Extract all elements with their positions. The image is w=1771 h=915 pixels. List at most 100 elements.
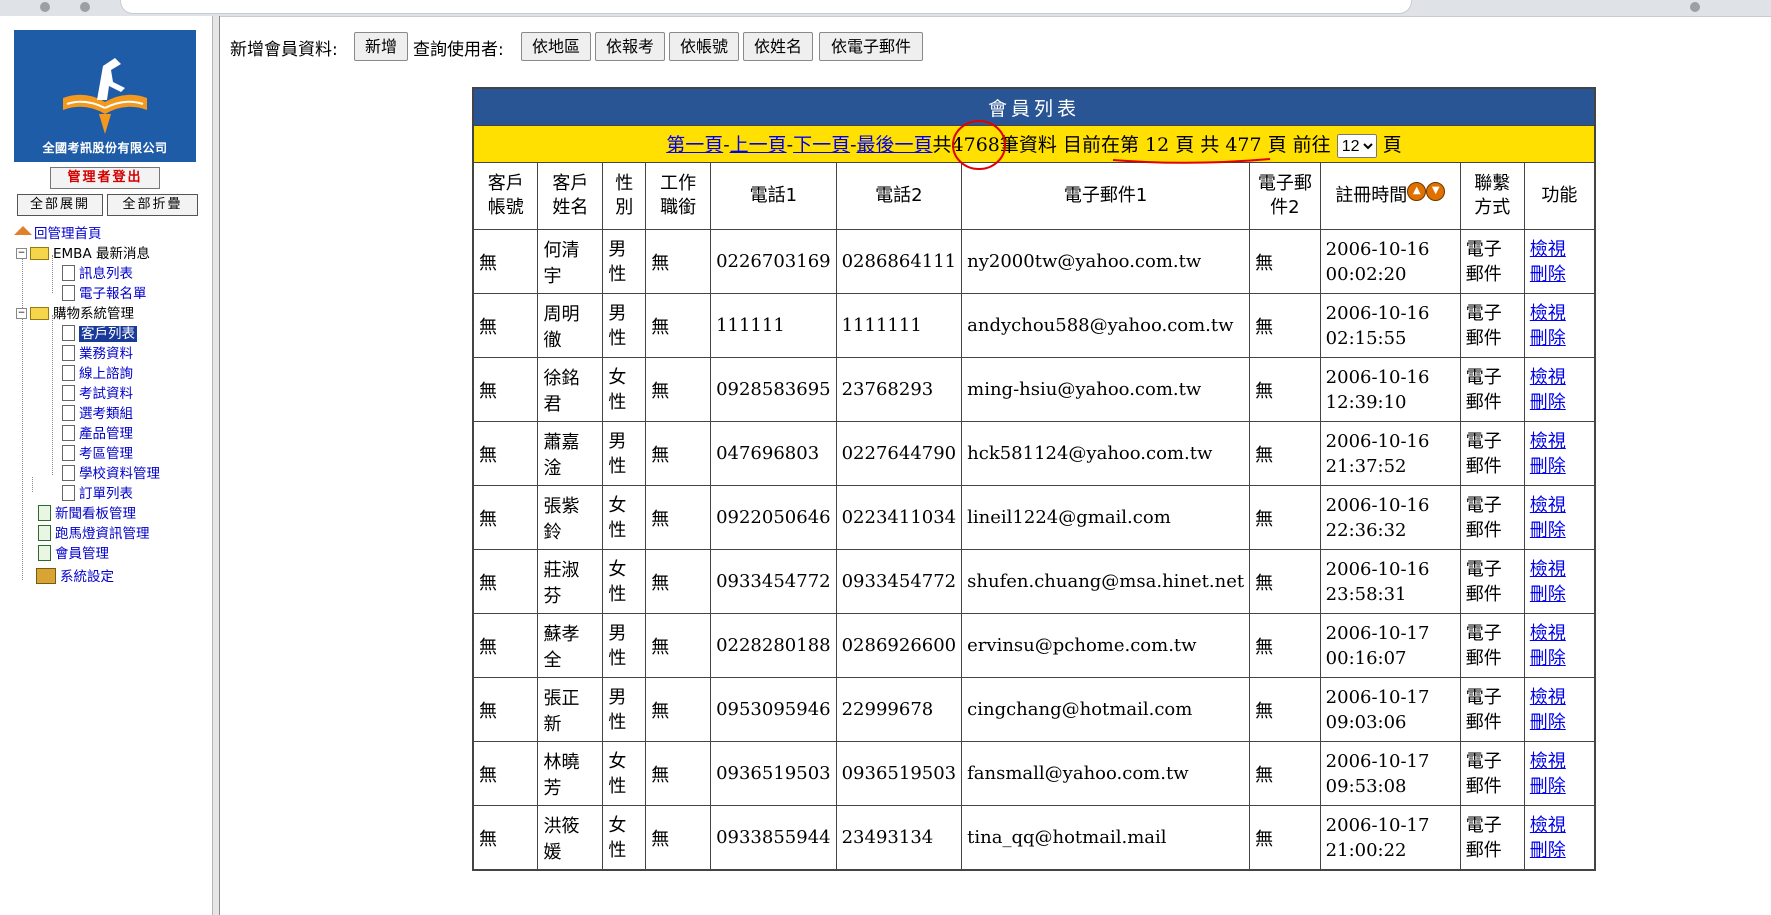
extensions-icon[interactable] <box>1690 2 1700 12</box>
collapse-toggle-icon[interactable]: − <box>16 247 27 259</box>
view-link[interactable]: 檢視 <box>1530 621 1589 646</box>
collapse-all-button[interactable]: 全部折疊 <box>107 194 198 216</box>
tree-label[interactable]: 業務資料 <box>79 346 133 362</box>
tree-item-shopping-system[interactable]: − 購物系統管理 <box>16 305 134 323</box>
view-link[interactable]: 檢視 <box>1530 365 1589 390</box>
goto-page-select[interactable]: 12 <box>1336 134 1377 158</box>
first-page-link[interactable]: 第一頁 <box>666 134 723 156</box>
settings-icon <box>36 568 56 584</box>
last-page-link[interactable]: 最後一頁 <box>857 134 933 156</box>
tree-label[interactable]: 跑馬燈資訊管理 <box>55 526 150 542</box>
delete-link[interactable]: 刪除 <box>1530 390 1589 415</box>
view-link[interactable]: 檢視 <box>1530 685 1589 710</box>
name-cell: 何清宇 <box>537 229 604 294</box>
email2-cell: 無 <box>1249 741 1321 806</box>
tree-label[interactable]: 購物系統管理 <box>53 306 134 322</box>
prev-page-link[interactable]: 上一頁 <box>730 134 787 156</box>
tree-item-emba-news[interactable]: − EMBA 最新消息 <box>16 245 150 263</box>
reload-icon[interactable] <box>40 2 50 12</box>
tree-label[interactable]: EMBA 最新消息 <box>53 246 150 262</box>
tree-item-system-settings[interactable]: 系統設定 <box>36 568 114 586</box>
pager-bar: 第一頁-上一頁-下一頁-最後一頁共4768筆資料 目前在第 12 頁 共 477… <box>472 125 1596 163</box>
tree-label[interactable]: 線上諮詢 <box>79 366 133 382</box>
delete-link[interactable]: 刪除 <box>1530 710 1589 735</box>
tree-label[interactable]: 回管理首頁 <box>34 226 102 242</box>
tree-label[interactable]: 新聞看板管理 <box>55 506 136 522</box>
delete-link[interactable]: 刪除 <box>1530 326 1589 351</box>
delete-link[interactable]: 刪除 <box>1530 262 1589 287</box>
filter-by-name-button[interactable]: 依姓名 <box>743 32 813 61</box>
info-icon[interactable] <box>80 2 90 12</box>
document-icon <box>38 505 51 521</box>
document-icon <box>62 445 75 461</box>
tree-label[interactable]: 訊息列表 <box>79 266 133 282</box>
document-icon <box>62 405 75 421</box>
tree-item-newsletter-list[interactable]: 電子報名單 <box>62 285 147 303</box>
name-cell: 林曉芳 <box>537 741 604 806</box>
job-title-cell: 無 <box>645 549 712 614</box>
view-link[interactable]: 檢視 <box>1530 237 1589 262</box>
tree-item-member-management[interactable]: 會員管理 <box>38 545 109 563</box>
tree-item-marquee[interactable]: 跑馬燈資訊管理 <box>38 525 150 543</box>
tree-item-online-consult[interactable]: 線上諮詢 <box>62 365 133 383</box>
tree-label[interactable]: 訂單列表 <box>79 486 133 502</box>
admin-logout-button[interactable]: 管理者登出 <box>50 167 160 189</box>
view-link[interactable]: 檢視 <box>1530 493 1589 518</box>
contact-method-cell: 電子郵件 <box>1459 229 1525 294</box>
tree-label[interactable]: 選考類組 <box>79 406 133 422</box>
tree-item-exam-data[interactable]: 考試資料 <box>62 385 133 403</box>
tree-label[interactable]: 學校資料管理 <box>79 466 160 482</box>
tree-label[interactable]: 考試資料 <box>79 386 133 402</box>
view-link[interactable]: 檢視 <box>1530 813 1589 838</box>
view-link[interactable]: 檢視 <box>1530 301 1589 326</box>
delete-link[interactable]: 刪除 <box>1530 454 1589 479</box>
tree-item-exam-area-management[interactable]: 考區管理 <box>62 445 133 463</box>
delete-link[interactable]: 刪除 <box>1530 774 1589 799</box>
register-time-cell: 2006-10-17 09:53:08 <box>1319 741 1461 806</box>
document-icon <box>62 325 75 341</box>
sort-ascending-icon[interactable]: ▲ <box>1407 181 1427 201</box>
tree-item-message-list[interactable]: 訊息列表 <box>62 265 133 283</box>
filter-by-exam-button[interactable]: 依報考 <box>595 32 665 61</box>
delete-link[interactable]: 刪除 <box>1530 582 1589 607</box>
filter-by-region-button[interactable]: 依地區 <box>521 32 591 61</box>
view-link[interactable]: 檢視 <box>1530 429 1589 454</box>
next-page-link[interactable]: 下一頁 <box>793 134 850 156</box>
email1-cell: tina_qq@hotmail.mail <box>961 805 1251 871</box>
collapse-toggle-icon[interactable]: − <box>16 307 27 319</box>
header-contact-method: 聯繫方式 <box>1459 162 1525 230</box>
job-title-cell: 無 <box>645 677 712 742</box>
contact-method-cell: 電子郵件 <box>1459 421 1525 486</box>
tree-item-order-list[interactable]: 訂單列表 <box>62 485 133 503</box>
tree-item-business-data[interactable]: 業務資料 <box>62 345 133 363</box>
tree-label[interactable]: 電子報名單 <box>79 286 147 302</box>
tree-item-news-board[interactable]: 新聞看板管理 <box>38 505 136 523</box>
tree-item-admin-home[interactable]: 回管理首頁 <box>14 225 102 243</box>
phone1-cell: 0933454772 <box>710 549 837 614</box>
tree-label[interactable]: 產品管理 <box>79 426 133 442</box>
gender-cell: 男性 <box>602 293 647 358</box>
filter-by-account-button[interactable]: 依帳號 <box>669 32 739 61</box>
register-date: 2006-10-17 <box>1325 622 1430 644</box>
tree-label[interactable]: 客戶列表 <box>79 326 137 342</box>
delete-link[interactable]: 刪除 <box>1530 518 1589 543</box>
tree-label[interactable]: 會員管理 <box>55 546 109 562</box>
tree-item-exam-groups[interactable]: 選考類組 <box>62 405 133 423</box>
contact-method-cell: 電子郵件 <box>1459 613 1525 678</box>
view-link[interactable]: 檢視 <box>1530 557 1589 582</box>
tree-label[interactable]: 考區管理 <box>79 446 133 462</box>
delete-link[interactable]: 刪除 <box>1530 646 1589 671</box>
tree-item-school-data[interactable]: 學校資料管理 <box>62 465 160 483</box>
tree-item-customer-list[interactable]: 客戶列表 <box>62 325 137 343</box>
filter-by-email-button[interactable]: 依電子郵件 <box>819 32 923 61</box>
frame-divider[interactable] <box>212 16 220 915</box>
add-member-button[interactable]: 新增 <box>354 32 408 61</box>
delete-link[interactable]: 刪除 <box>1530 838 1589 863</box>
view-link[interactable]: 檢視 <box>1530 749 1589 774</box>
address-bar[interactable] <box>120 0 1412 14</box>
sort-descending-icon[interactable]: ▼ <box>1426 181 1446 201</box>
tree-item-product-management[interactable]: 產品管理 <box>62 425 133 443</box>
tree-label[interactable]: 系統設定 <box>60 569 114 585</box>
expand-all-button[interactable]: 全部展開 <box>17 194 103 216</box>
job-title-cell: 無 <box>645 293 712 358</box>
